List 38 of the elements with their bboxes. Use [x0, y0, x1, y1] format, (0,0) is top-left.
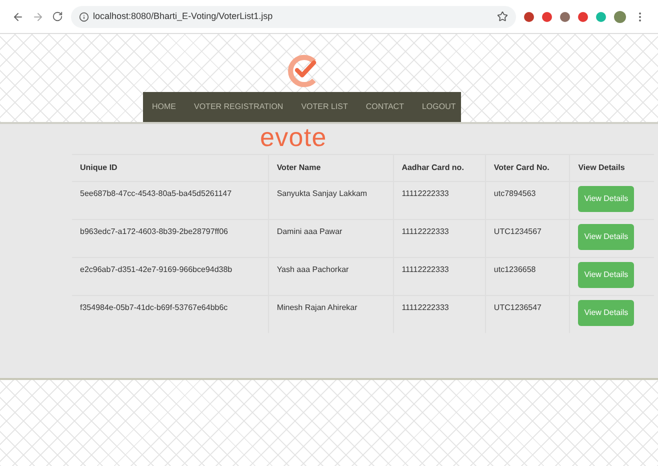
column-header: Voter Card No. — [485, 155, 570, 181]
table-cell: 11112222333 — [393, 181, 486, 219]
table-cell: b963edc7-a172-4603-8b39-2be28797ff06 — [72, 219, 268, 257]
nav-link[interactable]: VOTER LIST — [292, 92, 357, 122]
back-icon[interactable] — [12, 10, 24, 22]
reload-icon[interactable] — [52, 11, 63, 22]
logo-text: evote — [260, 124, 327, 150]
table-cell: f354984e-05b7-41dc-b69f-53767e64bb6c — [72, 295, 268, 333]
column-header: Unique ID — [72, 155, 268, 181]
nav-link[interactable]: VOTER REGISTRATION — [185, 92, 292, 122]
column-header: Aadhar Card no. — [393, 155, 486, 181]
table-cell: utc1236658 — [485, 257, 570, 295]
url-text: localhost:8080/Bharti_E-Voting/VoterList1.jsp — [93, 10, 273, 23]
table-cell: 5ee687b8-47cc-4543-80a5-ba45d5261147 — [72, 181, 268, 219]
table-cell: Damini aaa Pawar — [268, 219, 394, 257]
table-cell: 11112222333 — [393, 219, 486, 257]
nav-link[interactable]: CONTACT — [356, 92, 413, 122]
table-cell: e2c96ab7-d351-42e7-9169-966bce94d38b — [72, 257, 268, 295]
table-cell: Yash aaa Pachorkar — [268, 257, 394, 295]
view-details-button[interactable]: View Details — [578, 224, 634, 250]
bookmark-star-icon[interactable] — [497, 11, 508, 22]
table-cell: UTC1236547 — [485, 295, 570, 333]
table-cell: 11112222333 — [393, 295, 486, 333]
column-header: Voter Name — [268, 155, 394, 181]
table-cell: utc7894563 — [485, 181, 570, 219]
table-cell: Sanyukta Sanjay Lakkam — [268, 181, 394, 219]
table-cell: UTC1234567 — [485, 219, 570, 257]
table-cell: Minesh Rajan Ahirekar — [268, 295, 394, 333]
column-header: View Details — [570, 155, 654, 181]
address-bar[interactable]: localhost:8080/Bharti_E-Voting/VoterList1.jsp — [71, 6, 516, 28]
view-details-button[interactable]: View Details — [578, 262, 634, 288]
info-icon[interactable] — [79, 12, 89, 22]
table-cell: 11112222333 — [393, 257, 486, 295]
view-details-button[interactable]: View Details — [578, 186, 634, 212]
nav-link[interactable]: LOGOUT — [412, 92, 465, 122]
avatar-icon[interactable] — [614, 10, 626, 22]
nav-link[interactable]: HOME — [143, 92, 185, 122]
view-details-button[interactable]: View Details — [578, 300, 634, 326]
